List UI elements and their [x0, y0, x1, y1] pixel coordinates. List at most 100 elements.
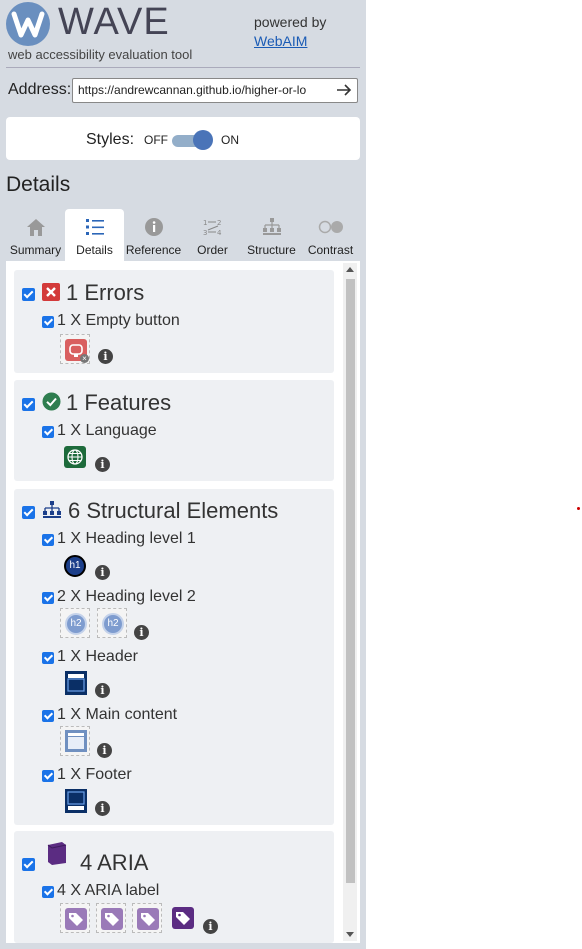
heading2-badge-2: h2	[102, 613, 124, 635]
heading1-icon[interactable]: h1	[64, 555, 86, 577]
tab-structure[interactable]: Structure	[242, 209, 301, 261]
tab-contrast[interactable]: Contrast	[301, 209, 360, 261]
powered-by-text: powered by	[254, 14, 327, 30]
empty-button-label: 1 X Empty button	[57, 312, 180, 329]
contrast-icon	[318, 220, 343, 234]
heading2-icon-2[interactable]: h2	[97, 608, 127, 638]
footer-region-icon[interactable]	[64, 788, 88, 814]
structure-checkbox[interactable]	[22, 506, 35, 519]
heading2-label: 2 X Heading level 2	[57, 588, 196, 605]
aria-title: 4 ARIA	[80, 850, 149, 875]
errors-section: 1 Errors 1 X Empty button × i	[14, 270, 334, 373]
header-region-icon[interactable]	[64, 670, 88, 696]
aria-label-icon-1[interactable]	[60, 903, 90, 933]
empty-button-icon[interactable]: ×	[60, 334, 90, 364]
language-checkbox[interactable]	[42, 426, 54, 438]
styles-label: Styles:	[86, 131, 135, 148]
logo-subtitle: web accessibility evaluation tool	[8, 47, 193, 62]
header-label: 1 X Header	[57, 648, 138, 665]
footer-label: 1 X Footer	[57, 766, 132, 783]
address-input[interactable]: https://andrewcannan.github.io/higher-or…	[78, 83, 333, 97]
heading2-info-icon[interactable]: i	[134, 625, 149, 640]
svg-text:1: 1	[203, 219, 207, 227]
styles-card: Styles: OFF ON	[6, 117, 360, 160]
language-label: 1 X Language	[57, 422, 157, 439]
errors-title: 1 Errors	[66, 280, 145, 305]
structure-title: 6 Structural Elements	[68, 498, 279, 523]
heading1-info-icon[interactable]: i	[95, 565, 110, 580]
tag-icon	[137, 908, 159, 930]
scrollbar[interactable]	[343, 263, 357, 941]
home-icon	[26, 219, 45, 236]
svg-text:4: 4	[217, 229, 222, 237]
footer-info-icon[interactable]: i	[95, 801, 110, 816]
styles-off-label: OFF	[144, 133, 168, 147]
tab-order[interactable]: 1 2 3 4 Order	[183, 209, 242, 261]
structure-section: 6 Structural Elements 1 X Heading level …	[14, 489, 334, 825]
structure-tree-icon	[43, 501, 61, 518]
scroll-up-arrow[interactable]	[346, 267, 354, 272]
tag-icon	[65, 908, 87, 930]
aria-label-icon-3[interactable]	[132, 903, 162, 933]
main-content-label: 1 X Main content	[57, 706, 178, 723]
heading1-label: 1 X Heading level 1	[57, 530, 196, 547]
feature-check-icon	[42, 392, 61, 411]
scroll-thumb[interactable]	[346, 279, 355, 883]
aria-label-icon-2[interactable]	[96, 903, 126, 933]
language-globe-icon[interactable]	[64, 446, 86, 468]
features-checkbox[interactable]	[22, 398, 35, 411]
powered-by: powered by WebAIM	[254, 13, 326, 51]
tab-structure-label: Structure	[247, 243, 296, 257]
empty-button-checkbox[interactable]	[42, 316, 54, 328]
heading1-checkbox[interactable]	[42, 534, 54, 546]
tab-bar: Summary Details Reference 1 2 3 4 Order …	[6, 209, 360, 261]
list-icon	[85, 219, 104, 235]
empty-button-info-icon[interactable]: i	[98, 349, 113, 364]
tab-summary[interactable]: Summary	[6, 209, 65, 261]
aria-label-icon-4[interactable]	[172, 907, 194, 929]
arrow-right-icon[interactable]	[335, 81, 353, 99]
styles-on-label: ON	[221, 133, 239, 147]
tab-order-label: Order	[197, 243, 228, 257]
aria-cube-icon	[47, 842, 67, 865]
tab-reference-label: Reference	[125, 243, 182, 257]
features-section: 1 Features 1 X Language i	[14, 380, 334, 481]
tab-details[interactable]: Details	[65, 209, 124, 261]
address-field[interactable]: https://andrewcannan.github.io/higher-or…	[72, 78, 358, 103]
main-content-icon[interactable]	[60, 726, 90, 756]
info-icon	[144, 218, 163, 236]
logo-wordmark: WAVE	[58, 1, 170, 43]
features-title: 1 Features	[66, 390, 172, 415]
aria-label-info-icon[interactable]: i	[203, 919, 218, 934]
header-divider	[6, 67, 360, 68]
webaim-link[interactable]: WebAIM	[254, 33, 307, 49]
wave-logo	[6, 2, 50, 46]
details-heading: Details	[6, 173, 71, 196]
error-icon	[42, 283, 60, 301]
heading2-checkbox[interactable]	[42, 592, 54, 604]
main-content-info-icon[interactable]: i	[97, 743, 112, 758]
tab-reference[interactable]: Reference	[124, 209, 183, 261]
structure-icon	[262, 218, 281, 235]
main-content-checkbox[interactable]	[42, 710, 54, 722]
aria-label-checkbox[interactable]	[42, 886, 54, 898]
empty-button-x-badge: ×	[80, 354, 89, 363]
scroll-down-arrow[interactable]	[346, 932, 354, 937]
heading2-badge-1: h2	[65, 613, 87, 635]
main-region-icon	[65, 730, 87, 752]
styles-toggle-knob[interactable]	[193, 130, 213, 150]
tab-contrast-label: Contrast	[307, 243, 354, 257]
order-icon: 1 2 3 4	[203, 219, 222, 237]
header-checkbox[interactable]	[42, 652, 54, 664]
aria-label-label: 4 X ARIA label	[57, 882, 160, 899]
address-label: Address:	[8, 81, 72, 98]
footer-checkbox[interactable]	[42, 770, 54, 782]
errors-checkbox[interactable]	[22, 288, 35, 301]
language-info-icon[interactable]: i	[95, 457, 110, 472]
svg-text:3: 3	[203, 229, 207, 237]
header-info-icon[interactable]: i	[95, 683, 110, 698]
tab-summary-label: Summary	[9, 243, 62, 257]
aria-checkbox[interactable]	[22, 858, 35, 871]
wave-logo-icon	[11, 11, 45, 38]
heading2-icon-1[interactable]: h2	[60, 608, 90, 638]
